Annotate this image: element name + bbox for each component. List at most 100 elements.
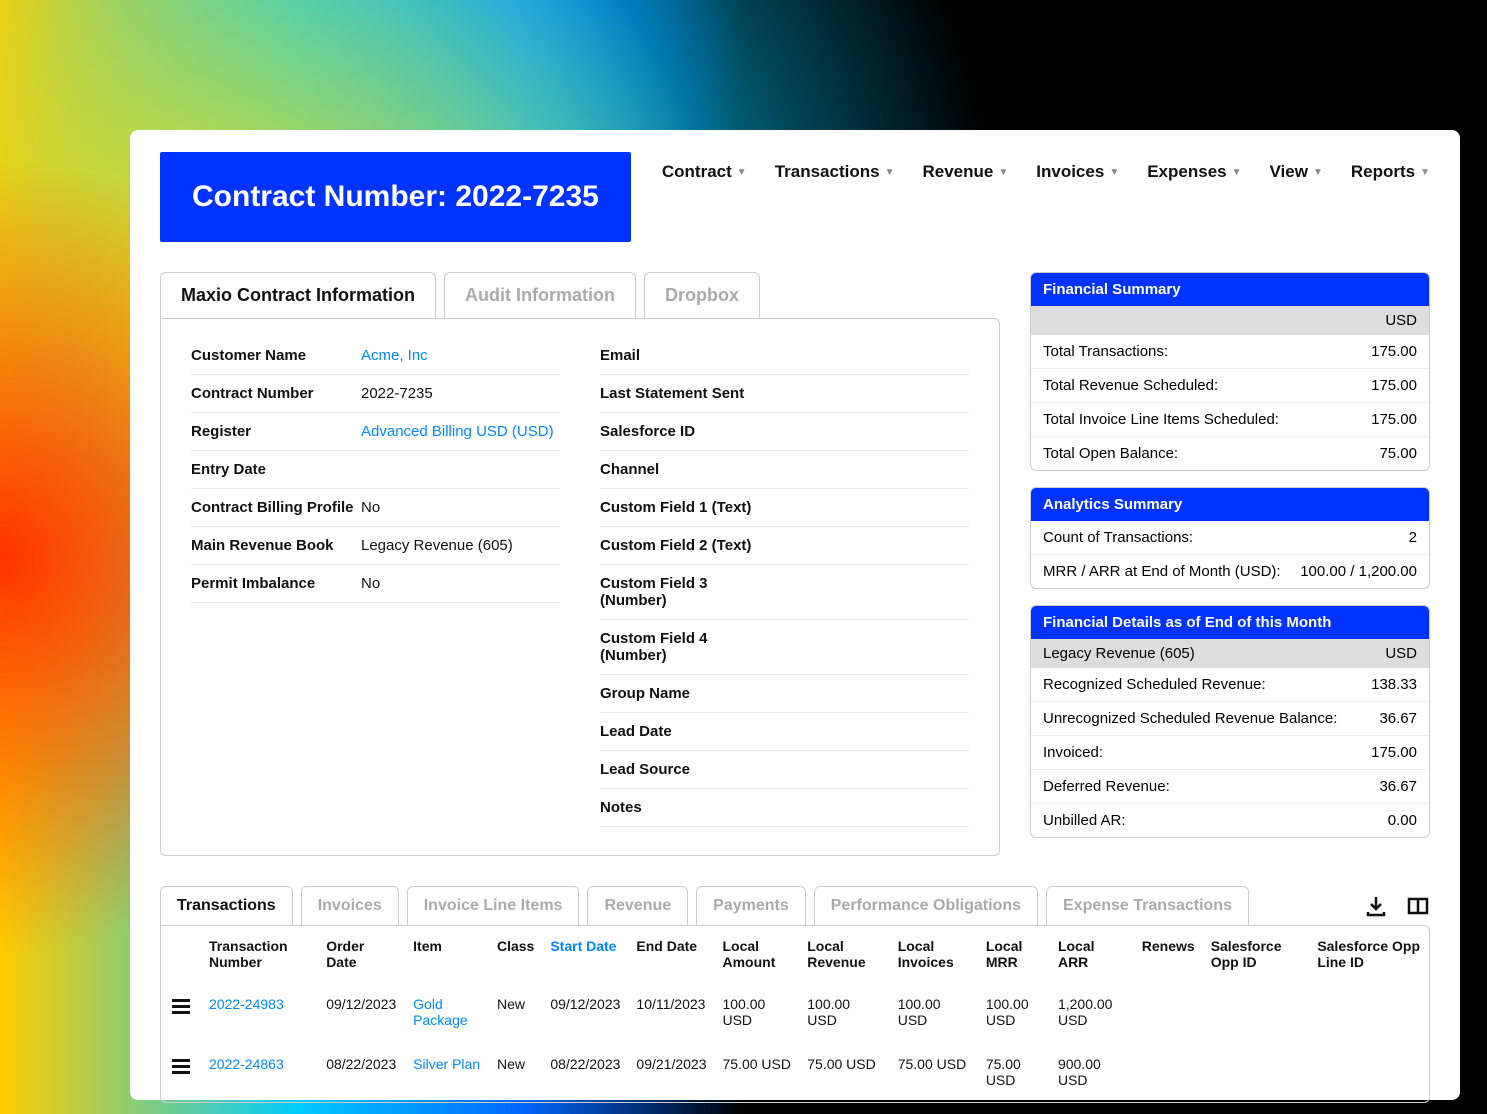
info-value: Legacy Revenue (605)	[361, 537, 513, 554]
info-label: Channel	[600, 461, 770, 478]
tab-maxio-contract-information[interactable]: Maxio Contract Information	[160, 272, 436, 318]
financial-details-book: Legacy Revenue (605)	[1043, 645, 1195, 662]
info-label: Custom Field 3 (Number)	[600, 575, 770, 609]
end-date: 10/11/2023	[628, 982, 714, 1042]
table-header[interactable]: Local Amount	[714, 926, 799, 982]
chevron-down-icon: ▼	[737, 167, 747, 178]
table-header[interactable]: Class	[489, 926, 542, 982]
chevron-down-icon: ▼	[1313, 167, 1323, 178]
info-row: Salesforce ID	[600, 413, 969, 451]
info-row: Last Statement Sent	[600, 375, 969, 413]
financial-details-currency: USD	[1385, 645, 1417, 662]
summary-row: Deferred Revenue:36.67	[1031, 770, 1429, 804]
info-label: Custom Field 4 (Number)	[600, 630, 770, 664]
summary-value: 0.00	[1388, 812, 1417, 829]
summary-label: Total Transactions:	[1043, 343, 1168, 360]
info-label: Custom Field 1 (Text)	[600, 499, 770, 516]
summary-value: 175.00	[1371, 377, 1417, 394]
info-value[interactable]: Acme, Inc	[361, 347, 428, 364]
financial-summary-title: Financial Summary	[1031, 273, 1429, 306]
nav-transactions[interactable]: Transactions▼	[775, 162, 895, 182]
info-label: Last Statement Sent	[600, 385, 770, 402]
tab-dropbox[interactable]: Dropbox	[644, 272, 760, 318]
summary-label: Total Invoice Line Items Scheduled:	[1043, 411, 1279, 428]
table-header[interactable]: Salesforce Opp ID	[1203, 926, 1310, 982]
chevron-down-icon: ▼	[1420, 167, 1430, 178]
opp-line-id	[1309, 982, 1429, 1042]
start-date: 08/22/2023	[542, 1042, 628, 1102]
opp-id	[1203, 982, 1310, 1042]
table-header[interactable]: Salesforce Opp Line ID	[1309, 926, 1429, 982]
table-header[interactable]: Item	[405, 926, 489, 982]
local-arr: 900.00 USD	[1050, 1042, 1134, 1102]
local-revenue: 75.00 USD	[799, 1042, 889, 1102]
class: New	[489, 982, 542, 1042]
info-label: Register	[191, 423, 361, 440]
renews	[1134, 1042, 1203, 1102]
item[interactable]: Gold Package	[405, 982, 489, 1042]
item[interactable]: Silver Plan	[405, 1042, 489, 1102]
summary-label: Unbilled AR:	[1043, 812, 1126, 829]
btab-payments[interactable]: Payments	[696, 886, 806, 925]
local-mrr: 100.00 USD	[978, 982, 1050, 1042]
btab-performance-obligations[interactable]: Performance Obligations	[814, 886, 1038, 925]
nav-reports[interactable]: Reports▼	[1351, 162, 1430, 182]
btab-invoice-line-items[interactable]: Invoice Line Items	[407, 886, 580, 925]
summary-row: Total Open Balance:75.00	[1031, 437, 1429, 470]
info-row: Contract Number2022-7235	[191, 375, 560, 413]
btab-invoices[interactable]: Invoices	[301, 886, 399, 925]
nav-revenue[interactable]: Revenue▼	[922, 162, 1008, 182]
info-value: 2022-7235	[361, 385, 433, 402]
local-mrr: 75.00 USD	[978, 1042, 1050, 1102]
app-window: Contract Number: 2022-7235 Contract▼Tran…	[130, 130, 1460, 1100]
table-header[interactable]: Start Date	[542, 926, 628, 982]
info-row: Email	[600, 337, 969, 375]
info-row: Entry Date	[191, 451, 560, 489]
table-row: 2022-2486308/22/2023Silver PlanNew08/22/…	[161, 1042, 1429, 1102]
btab-revenue[interactable]: Revenue	[587, 886, 688, 925]
summary-row: Total Revenue Scheduled:175.00	[1031, 369, 1429, 403]
info-row: Permit ImbalanceNo	[191, 565, 560, 603]
row-menu-icon[interactable]	[172, 996, 190, 1017]
btab-expense-transactions[interactable]: Expense Transactions	[1046, 886, 1249, 925]
tab-audit-information[interactable]: Audit Information	[444, 272, 636, 318]
table-row: 2022-2498309/12/2023Gold PackageNew09/12…	[161, 982, 1429, 1042]
transaction-number[interactable]: 2022-24983	[201, 982, 318, 1042]
opp-line-id	[1309, 1042, 1429, 1102]
financial-details-title: Financial Details as of End of this Mont…	[1031, 606, 1429, 639]
summary-label: Deferred Revenue:	[1043, 778, 1170, 795]
table-header[interactable]: Transaction Number	[201, 926, 318, 982]
info-label: Email	[600, 347, 770, 364]
summary-label: Count of Transactions:	[1043, 529, 1193, 546]
info-row: Custom Field 1 (Text)	[600, 489, 969, 527]
columns-icon[interactable]	[1406, 894, 1430, 918]
summary-value: 175.00	[1371, 343, 1417, 360]
info-row: Group Name	[600, 675, 969, 713]
btab-transactions[interactable]: Transactions	[160, 886, 293, 925]
summary-row: Total Invoice Line Items Scheduled:175.0…	[1031, 403, 1429, 437]
table-header[interactable]: Local Revenue	[799, 926, 889, 982]
info-row: Lead Source	[600, 751, 969, 789]
table-header[interactable]: Order Date	[318, 926, 405, 982]
local-arr: 1,200.00 USD	[1050, 982, 1134, 1042]
row-menu-icon[interactable]	[172, 1056, 190, 1077]
transaction-number[interactable]: 2022-24863	[201, 1042, 318, 1102]
info-row: Custom Field 2 (Text)	[600, 527, 969, 565]
summary-label: Unrecognized Scheduled Revenue Balance:	[1043, 710, 1337, 727]
table-header[interactable]: Local ARR	[1050, 926, 1134, 982]
nav-expenses[interactable]: Expenses▼	[1147, 162, 1241, 182]
nav-view[interactable]: View▼	[1270, 162, 1323, 182]
summary-row: Unrecognized Scheduled Revenue Balance:3…	[1031, 702, 1429, 736]
nav-invoices[interactable]: Invoices▼	[1036, 162, 1119, 182]
table-header[interactable]: Renews	[1134, 926, 1203, 982]
table-header[interactable]: End Date	[628, 926, 714, 982]
table-header[interactable]: Local MRR	[978, 926, 1050, 982]
table-header[interactable]: Local Invoices	[890, 926, 978, 982]
local-invoices: 100.00 USD	[890, 982, 978, 1042]
nav-contract[interactable]: Contract▼	[662, 162, 747, 182]
info-row: Contract Billing ProfileNo	[191, 489, 560, 527]
info-row: RegisterAdvanced Billing USD (USD)	[191, 413, 560, 451]
info-value[interactable]: Advanced Billing USD (USD)	[361, 423, 554, 440]
download-icon[interactable]	[1364, 894, 1388, 918]
financial-details: Financial Details as of End of this Mont…	[1030, 605, 1430, 838]
